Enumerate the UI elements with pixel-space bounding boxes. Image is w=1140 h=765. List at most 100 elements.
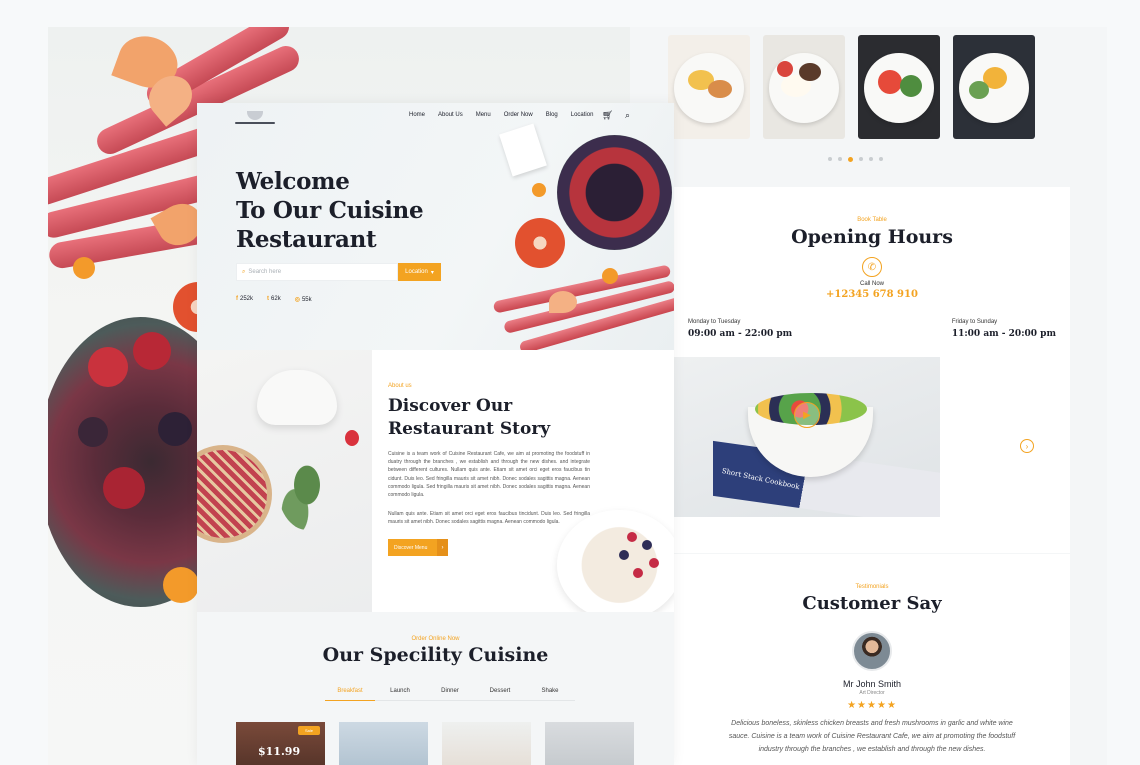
search-icon[interactable]: ⌕ [625,110,630,121]
gallery-thumbnails [668,35,1035,139]
menu-tabs: Breakfast Launch Dinner Dessert Shake [325,688,575,701]
website-page: Home About Us Menu Order Now Blog Locati… [197,103,674,765]
logo[interactable] [235,111,275,125]
facebook-count[interactable]: f 252k [236,296,253,303]
weekend-label: Friday to Sunday [951,319,998,325]
hero-title-line: Welcome [236,168,350,195]
weekend-hours: Friday to Sunday 11:00 am - 20:00 pm [952,319,1056,339]
nav-blog[interactable]: Blog [546,112,558,118]
about-paragraph: Nullam quis ante. Etiam sit amet orci eg… [388,511,590,526]
location-button-label: Location [405,269,428,275]
about-title-line: Restaurant Story [388,419,551,439]
gallery-thumbnail[interactable] [668,35,750,139]
hours-row: Monday to Tuesday 09:00 am - 22:00 pm Fr… [688,319,1056,339]
hero-food-image [487,123,674,350]
phone-number[interactable]: +12345 678 910 [674,289,1070,300]
rating-stars: ★★★★★ [847,700,897,711]
video-thumbnail[interactable]: Short Stack Cookbook ▶ [673,357,940,517]
location-button[interactable]: Location ▾ [398,263,441,281]
menu-card[interactable] [339,722,428,765]
sale-badge: Sale [298,726,320,735]
about-title: Discover Our Restaurant Story [388,395,618,441]
tab-launch[interactable]: Launch [375,688,425,701]
hero-title: Welcome To Our Cuisine Restaurant [236,167,466,254]
play-icon[interactable]: ▶ [794,402,820,428]
social-counts: f 252k t 62k ◎ 55k [236,296,312,303]
search-field-icon: ⌕ [242,268,246,275]
carousel-dot[interactable] [859,157,863,161]
hero-section: Home About Us Menu Order Now Blog Locati… [197,103,674,350]
chevron-down-icon: ▾ [430,269,434,276]
quote-line: industry through the branches , we estab… [758,746,986,753]
about-image-left [197,350,372,612]
about-title-line: Discover Our [388,396,513,416]
arrow-right-icon: › [437,539,448,556]
opening-hours-title: Opening Hours [791,226,953,248]
testimonial-section: Testimonials Customer Say Mr John Smith … [674,554,1070,765]
customer-role: Art Director [859,690,885,696]
phone-icon: ✆ [862,257,882,277]
facebook-count-value: 252k [240,296,254,302]
testimonials-title: Customer Say [802,593,942,614]
tab-breakfast[interactable]: Breakfast [325,688,375,701]
hero-title-line: To Our Cuisine [236,197,424,224]
about-section: About us Discover Our Restaurant Story C… [197,350,674,612]
avatar [852,631,892,671]
cart-icon[interactable]: 🛒︎ [602,110,613,121]
menu-card-price: $11.99 [258,745,301,758]
weekday-hours-value: 09:00 am - 22:00 pm [688,329,793,339]
customer-name: Mr John Smith [842,679,902,689]
nav-order-now[interactable]: Order Now [504,112,533,118]
main-nav: Home About Us Menu Order Now Blog Locati… [409,112,593,118]
carousel-dots [828,157,883,162]
weekday-hours: Monday to Tuesday 09:00 am - 22:00 pm [688,319,792,339]
nav-about-us[interactable]: About Us [438,112,463,118]
nav-menu[interactable]: Menu [476,112,491,118]
search-input[interactable]: ⌕ Search here [236,263,398,281]
testimonial-quote: Delicious boneless, skinless chicken bre… [674,717,1070,756]
specialty-title: Our Specility Cuisine [322,644,549,666]
twitter-count-value: 62k [271,296,281,302]
gallery-thumbnail[interactable] [858,35,940,139]
carousel-dot-active[interactable] [848,157,853,162]
menu-card[interactable] [545,722,634,765]
hero-title-line: Restaurant [236,226,377,253]
call-now-label: Call Now [859,281,884,287]
tab-dinner[interactable]: Dinner [425,688,475,701]
discover-menu-button[interactable]: Discover Menu › [388,539,448,556]
opening-hours-eyebrow: Book Table [857,217,887,223]
menu-cards: Sale $11.99 [236,722,634,765]
tab-shake[interactable]: Shake [525,688,575,701]
discover-menu-label: Discover Menu [394,544,428,551]
quote-line: sauce. Cuisine is a team work of Cuisine… [728,733,1016,740]
specialty-eyebrow: Order Online Now [411,636,460,642]
gallery-thumbnail[interactable] [953,35,1035,139]
right-showcase-board: Book Table Opening Hours ✆ Call Now +123… [630,27,1107,765]
weekday-label: Monday to Tuesday [688,319,741,325]
instagram-count-value: 55k [301,297,312,303]
menu-card[interactable] [442,722,531,765]
about-paragraph: Cuisine is a team work of Cuisine Restau… [388,451,590,499]
twitter-count[interactable]: t 62k [267,296,281,303]
quote-line: Delicious boneless, skinless chicken bre… [731,720,1013,727]
nav-home[interactable]: Home [409,112,425,118]
instagram-icon: ◎ [294,297,300,303]
carousel-dot[interactable] [828,157,832,161]
video-next-arrow[interactable]: › [1020,439,1034,453]
about-eyebrow: About us [388,383,412,389]
gallery-thumbnail[interactable] [763,35,845,139]
testimonials-eyebrow: Testimonials [855,584,889,590]
twitter-icon: t [267,296,270,302]
search-placeholder: Search here [248,269,282,275]
carousel-dot[interactable] [838,157,842,161]
weekend-hours-value: 11:00 am - 20:00 pm [951,329,1056,339]
instagram-count[interactable]: ◎ 55k [295,296,312,303]
tab-dessert[interactable]: Dessert [475,688,525,701]
nav-location[interactable]: Location [571,112,594,118]
carousel-dot[interactable] [879,157,883,161]
carousel-dot[interactable] [869,157,873,161]
specialty-section: Order Online Now Our Specility Cuisine B… [197,612,674,765]
presentation-stage: Book Table Opening Hours ✆ Call Now +123… [0,0,1140,765]
facebook-icon: f [236,296,238,302]
menu-card[interactable]: Sale $11.99 [236,722,325,765]
